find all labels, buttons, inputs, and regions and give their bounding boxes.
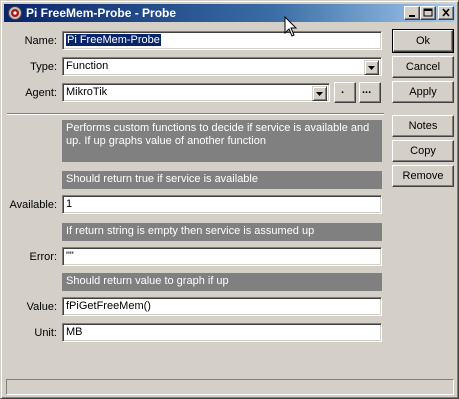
close-button[interactable]: [438, 6, 454, 20]
copy-button[interactable]: Copy: [392, 140, 454, 162]
agent-value: MikroTik: [66, 86, 108, 98]
value-value: fPiGetFreeMem(): [66, 300, 151, 312]
cancel-button[interactable]: Cancel: [392, 56, 454, 78]
value-hint: Should return value to graph if up: [62, 273, 382, 291]
agent-single-button[interactable]: .: [334, 82, 356, 103]
title-bar[interactable]: Pi FreeMem-Probe - Probe: [4, 4, 455, 22]
error-field[interactable]: "": [62, 247, 382, 266]
unit-field[interactable]: MB: [62, 323, 382, 342]
ok-button[interactable]: Ok: [392, 29, 454, 53]
maximize-icon: [423, 8, 433, 17]
agent-browse-label: ...: [362, 84, 372, 96]
unit-label: Unit:: [34, 327, 57, 339]
minimize-icon: [409, 15, 415, 17]
type-dropdown-button[interactable]: [364, 60, 379, 75]
name-field[interactable]: Pi FreeMem-Probe: [62, 31, 382, 50]
available-field[interactable]: 1: [62, 195, 382, 214]
minimize-button[interactable]: [404, 6, 420, 20]
available-hint: Should return true if service is availab…: [62, 171, 382, 189]
value-field[interactable]: fPiGetFreeMem(): [62, 297, 382, 316]
type-value: Function: [66, 60, 109, 72]
available-label: Available:: [9, 199, 58, 211]
notes-button[interactable]: Notes: [392, 115, 454, 137]
agent-single-label: .: [341, 84, 345, 96]
unit-value: MB: [66, 326, 83, 338]
chevron-down-icon: [316, 92, 323, 96]
mouse-cursor-icon: [284, 16, 298, 37]
agent-browse-button[interactable]: ...: [359, 82, 381, 103]
available-value: 1: [66, 198, 73, 210]
error-value: "": [66, 250, 74, 262]
name-label: Name:: [24, 35, 57, 47]
type-label: Type:: [30, 61, 57, 73]
remove-button[interactable]: Remove: [392, 165, 454, 187]
type-select[interactable]: Function: [62, 57, 382, 76]
apply-button[interactable]: Apply: [392, 81, 454, 103]
maximize-button[interactable]: [420, 6, 436, 20]
agent-select[interactable]: MikroTik: [62, 83, 330, 102]
description-text: Performs custom functions to decide if s…: [62, 120, 382, 162]
close-icon: [442, 8, 450, 17]
agent-label: Agent:: [25, 87, 57, 99]
agent-dropdown-button[interactable]: [312, 86, 327, 101]
error-hint: If return string is empty then service i…: [62, 223, 382, 241]
chevron-down-icon: [368, 66, 375, 70]
app-logo-icon: [8, 6, 22, 20]
section-divider: [7, 113, 384, 115]
name-value: Pi FreeMem-Probe: [66, 34, 161, 46]
probe-window: Pi FreeMem-Probe - Probe Name: Pi FreeMe…: [0, 0, 459, 399]
error-label: Error:: [29, 251, 58, 263]
window-title: Pi FreeMem-Probe - Probe: [26, 6, 177, 20]
status-bar: [6, 379, 454, 395]
value-label: Value:: [26, 301, 57, 313]
